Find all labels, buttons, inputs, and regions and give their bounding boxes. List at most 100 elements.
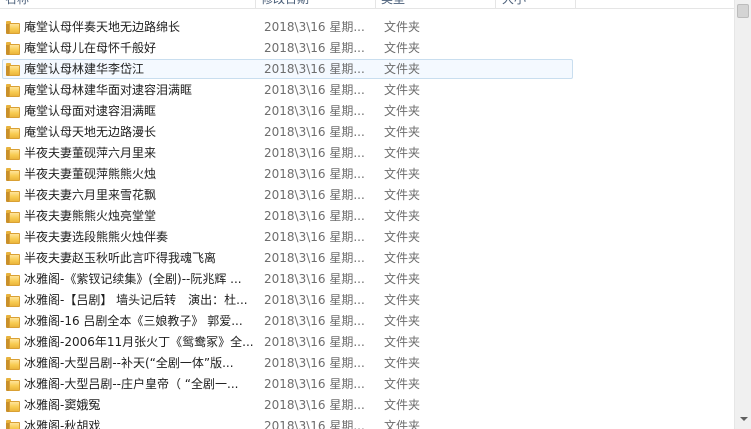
folder-row[interactable]: 半夜夫妻董砚萍熊熊火烛 2018\3\16 星期... 文件夹 (2, 164, 573, 184)
folder-date-modified: 2018\3\16 星期... (264, 83, 365, 97)
column-header-bar: 名称 修改日期 类型 大小 (0, 0, 735, 9)
folder-icon (6, 336, 20, 349)
folder-date-modified: 2018\3\16 星期... (264, 251, 365, 265)
folder-name: 半夜夫妻赵玉秋听此言吓得我魂飞离 (24, 251, 217, 265)
folder-type: 文件夹 (384, 356, 421, 370)
folder-type: 文件夹 (384, 83, 421, 97)
folder-name: 庵堂认母天地无边路漫长 (24, 125, 157, 139)
folder-name: 庵堂认母林建华李岱江 (24, 62, 145, 76)
folder-type: 文件夹 (384, 188, 421, 202)
folder-name: 冰雅阁-【吕剧】 墙头记后转 演出：杜... (24, 293, 248, 307)
folder-type: 文件夹 (384, 41, 421, 55)
folder-icon (6, 252, 20, 265)
folder-icon (6, 378, 20, 391)
folder-icon (6, 420, 20, 429)
folder-date-modified: 2018\3\16 星期... (264, 41, 365, 55)
vertical-scrollbar[interactable] (734, 0, 751, 429)
folder-row[interactable]: 冰雅阁-16 吕剧全本《三娘教子》 郭爱... 2018\3\16 星期... 文件… (2, 311, 573, 331)
folder-row[interactable]: 冰雅阁-《紫钗记续集》(全剧)--阮兆辉 ... 2018\3\16 星期... 文… (2, 269, 573, 289)
folder-type: 文件夹 (384, 251, 421, 265)
folder-type: 文件夹 (384, 146, 421, 160)
folder-row[interactable]: 冰雅阁-窦娥冤 2018\3\16 星期... 文件夹 (2, 395, 573, 415)
folder-row[interactable]: 半夜夫妻赵玉秋听此言吓得我魂飞离 2018\3\16 星期... 文件夹 (2, 248, 573, 268)
folder-icon (6, 315, 20, 328)
folder-icon (6, 126, 20, 139)
folder-icon (6, 231, 20, 244)
folder-name: 庵堂认母伴奏天地无边路绵长 (24, 20, 181, 34)
folder-name: 冰雅阁-16 吕剧全本《三娘教子》 郭爱... (24, 314, 243, 328)
folder-row[interactable]: 庵堂认母林建华李岱江 2018\3\16 星期... 文件夹 (2, 59, 573, 79)
column-header-size[interactable]: 大小 (496, 0, 576, 8)
folder-icon (6, 168, 20, 181)
folder-date-modified: 2018\3\16 星期... (264, 293, 365, 307)
folder-date-modified: 2018\3\16 星期... (264, 167, 365, 181)
folder-icon (6, 147, 20, 160)
folder-row[interactable]: 冰雅阁-2006年11月张火丁《鸳鸯冢》全... 2018\3\16 星期... 文… (2, 332, 573, 352)
folder-name: 庵堂认母儿在母怀千般好 (24, 41, 157, 55)
folder-row[interactable]: 庵堂认母林建华面对逮容泪满眶 2018\3\16 星期... 文件夹 (2, 80, 573, 100)
file-explorer-list: 名称 修改日期 类型 大小 庵堂认母伴奏天地无边路绵长 2018\3\16 星期.… (0, 0, 751, 429)
column-header-type[interactable]: 类型 (376, 0, 496, 8)
file-rows-container: 庵堂认母伴奏天地无边路绵长 2018\3\16 星期... 文件夹 庵堂认母儿在母怀千… (0, 17, 735, 429)
folder-date-modified: 2018\3\16 星期... (264, 209, 365, 223)
folder-icon (6, 63, 20, 76)
folder-date-modified: 2018\3\16 星期... (264, 398, 365, 412)
folder-type: 文件夹 (384, 293, 421, 307)
folder-date-modified: 2018\3\16 星期... (264, 377, 365, 391)
folder-name: 半夜夫妻选段熊熊火烛伴奏 (24, 230, 169, 244)
folder-type: 文件夹 (384, 209, 421, 223)
folder-name: 庵堂认母林建华面对逮容泪满眶 (24, 83, 193, 97)
folder-icon (6, 42, 20, 55)
folder-type: 文件夹 (384, 314, 421, 328)
folder-icon (6, 399, 20, 412)
folder-date-modified: 2018\3\16 星期... (264, 314, 365, 328)
folder-row[interactable]: 庵堂认母天地无边路漫长 2018\3\16 星期... 文件夹 (2, 122, 573, 142)
folder-icon (6, 273, 20, 286)
column-header-name[interactable]: 名称 (0, 0, 256, 8)
folder-date-modified: 2018\3\16 星期... (264, 146, 365, 160)
folder-type: 文件夹 (384, 398, 421, 412)
folder-name: 冰雅阁-大型吕剧--补天(“全剧一体”版... (24, 356, 234, 370)
folder-row[interactable]: 冰雅阁-大型吕剧--补天(“全剧一体”版... 2018\3\16 星期... 文件… (2, 353, 573, 373)
folder-type: 文件夹 (384, 377, 421, 391)
folder-name: 半夜夫妻熊熊火烛亮堂堂 (24, 209, 157, 223)
folder-name: 冰雅阁-《紫钗记续集》(全剧)--阮兆辉 ... (24, 272, 242, 286)
folder-icon (6, 105, 20, 118)
folder-date-modified: 2018\3\16 星期... (264, 125, 365, 139)
folder-icon (6, 21, 20, 34)
folder-row[interactable]: 冰雅阁-秋胡戏 2018\3\16 星期... 文件夹 (2, 416, 573, 429)
folder-type: 文件夹 (384, 335, 421, 349)
folder-date-modified: 2018\3\16 星期... (264, 20, 365, 34)
folder-name: 冰雅阁-大型吕剧--庄户皇帝（ “全剧一... (24, 377, 239, 391)
folder-type: 文件夹 (384, 167, 421, 181)
scroll-down-arrow-icon[interactable] (740, 417, 748, 421)
folder-row[interactable]: 半夜夫妻董砚萍六月里来 2018\3\16 星期... 文件夹 (2, 143, 573, 163)
folder-icon (6, 189, 20, 202)
folder-date-modified: 2018\3\16 星期... (264, 356, 365, 370)
folder-icon (6, 357, 20, 370)
folder-name: 半夜夫妻六月里来雪花飘 (24, 188, 157, 202)
folder-row[interactable]: 庵堂认母面对逮容泪满眶 2018\3\16 星期... 文件夹 (2, 101, 573, 121)
folder-date-modified: 2018\3\16 星期... (264, 335, 365, 349)
folder-row[interactable]: 冰雅阁-【吕剧】 墙头记后转 演出：杜... 2018\3\16 星期... 文件夹 (2, 290, 573, 310)
folder-icon (6, 84, 20, 97)
column-header-date-modified[interactable]: 修改日期 (256, 0, 376, 8)
folder-type: 文件夹 (384, 20, 421, 34)
scrollbar-thumb[interactable] (737, 4, 749, 18)
folder-row[interactable]: 半夜夫妻选段熊熊火烛伴奏 2018\3\16 星期... 文件夹 (2, 227, 573, 247)
folder-date-modified: 2018\3\16 星期... (264, 272, 365, 286)
folder-name: 冰雅阁-秋胡戏 (24, 419, 101, 429)
folder-date-modified: 2018\3\16 星期... (264, 230, 365, 244)
folder-row[interactable]: 庵堂认母伴奏天地无边路绵长 2018\3\16 星期... 文件夹 (2, 17, 573, 37)
folder-row[interactable]: 半夜夫妻六月里来雪花飘 2018\3\16 星期... 文件夹 (2, 185, 573, 205)
folder-type: 文件夹 (384, 62, 421, 76)
folder-icon (6, 294, 20, 307)
folder-icon (6, 210, 20, 223)
folder-row[interactable]: 庵堂认母儿在母怀千般好 2018\3\16 星期... 文件夹 (2, 38, 573, 58)
folder-row[interactable]: 半夜夫妻熊熊火烛亮堂堂 2018\3\16 星期... 文件夹 (2, 206, 573, 226)
folder-date-modified: 2018\3\16 星期... (264, 62, 365, 76)
folder-row[interactable]: 冰雅阁-大型吕剧--庄户皇帝（ “全剧一... 2018\3\16 星期... 文件… (2, 374, 573, 394)
folder-date-modified: 2018\3\16 星期... (264, 419, 365, 429)
folder-name: 冰雅阁-2006年11月张火丁《鸳鸯冢》全... (24, 335, 254, 349)
folder-name: 庵堂认母面对逮容泪满眶 (24, 104, 157, 118)
